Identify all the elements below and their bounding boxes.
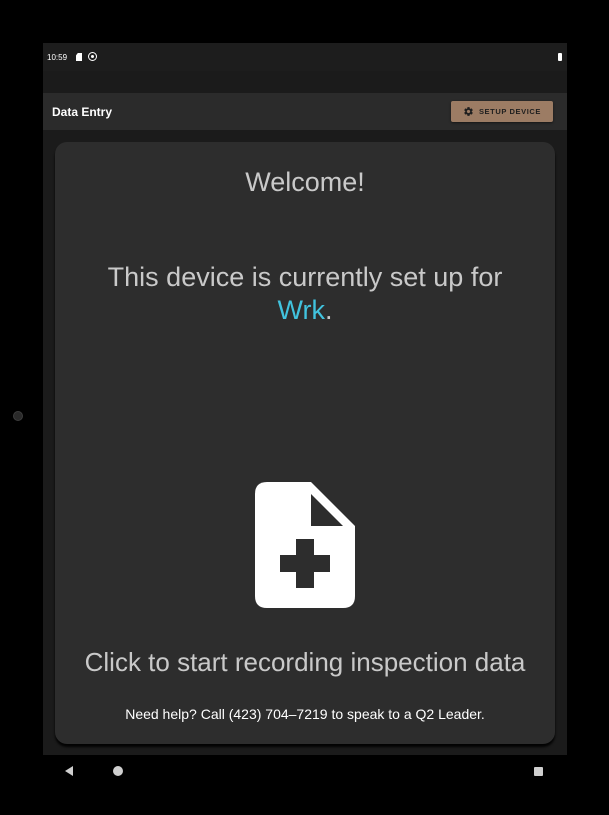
welcome-card: Welcome! This device is currently set up… [55,142,555,744]
start-recording-prompt[interactable]: Click to start recording inspection data [55,647,555,678]
app-bar: Data Entry SETUP DEVICE [43,93,567,130]
organization-name: Wrk [277,295,325,325]
device-screen: 10:59 Data Entry SETUP DEVICE Welcome! T… [43,43,567,755]
note-add-icon [255,482,355,608]
help-text: Need help? Call (423) 704–7219 to speak … [125,706,485,722]
recents-icon[interactable] [534,767,543,776]
sd-card-icon [76,53,82,61]
battery-icon [558,53,562,61]
home-icon[interactable] [113,766,123,776]
back-icon[interactable] [65,766,73,776]
setup-device-button[interactable]: SETUP DEVICE [451,101,553,122]
status-bar: 10:59 [43,43,567,71]
setup-prefix: This device is currently set up for [107,262,503,292]
welcome-heading: Welcome! [245,167,365,197]
status-time: 10:59 [47,53,68,62]
app-title: Data Entry [52,105,113,119]
new-record-button[interactable] [255,482,355,608]
navigation-bar [43,755,567,787]
gear-icon [464,107,473,116]
setup-suffix: . [324,295,333,325]
device-setup-message: This device is currently set up for Wrk. [55,261,555,327]
sync-icon [88,52,97,61]
setup-device-label: SETUP DEVICE [478,107,542,116]
camera-dot [13,411,23,421]
